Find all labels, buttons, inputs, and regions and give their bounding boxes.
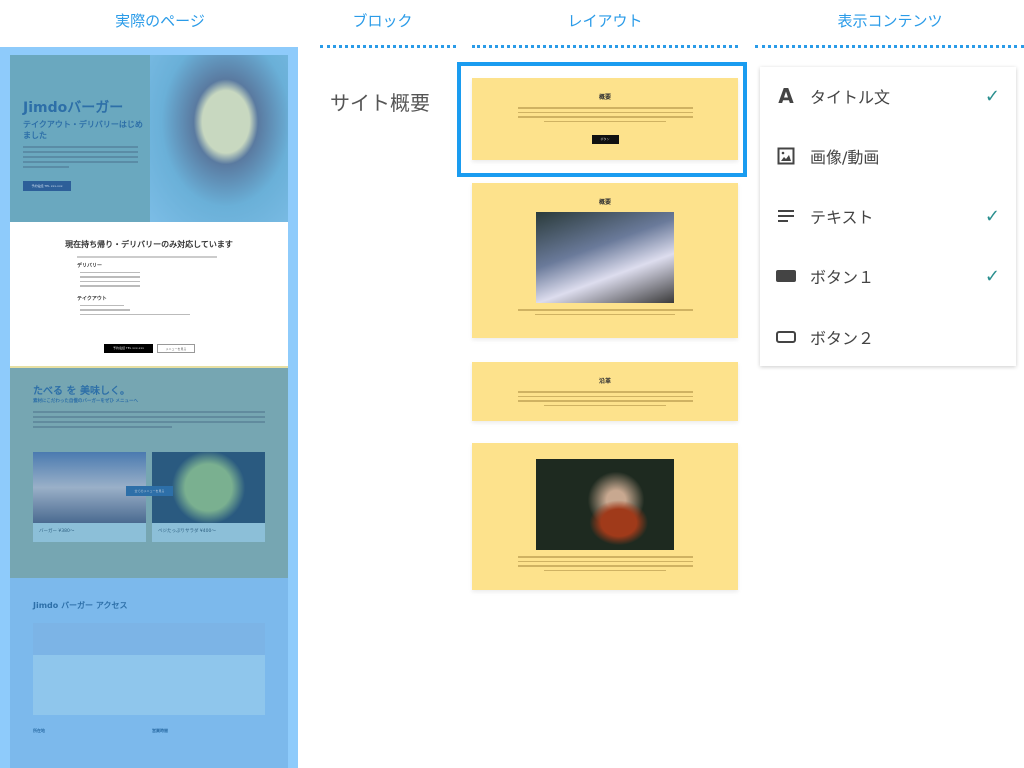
button-filled-icon <box>776 270 796 282</box>
check-icon: ✓ <box>984 205 1000 227</box>
option-label: ボタン２ <box>810 329 875 348</box>
woman-photo <box>536 459 674 550</box>
check-icon: ✓ <box>984 85 1000 107</box>
access-title: Jimdo バーガー アクセス <box>33 601 128 610</box>
address-label: 所在地 <box>33 728 45 733</box>
option-label: ボタン１ <box>810 268 875 287</box>
layout-option-3[interactable]: 沿革 <box>472 362 738 421</box>
menu-card[interactable]: バーガー ¥380〜 <box>33 452 146 542</box>
content-options-panel: A タイトル文 ✓ 画像/動画 テキスト ✓ ボタン１ ✓ ボタン２ <box>760 67 1016 366</box>
layout-button: ボタン <box>591 135 619 144</box>
burger-image <box>150 55 288 222</box>
layout-option-2[interactable]: 概要 <box>472 183 738 338</box>
hero-title: Jimdoバーガー <box>23 100 124 116</box>
layout-title: 概要 <box>598 94 611 101</box>
takeout-heading: テイクアウト <box>77 295 107 302</box>
header-block: ブロック <box>352 12 413 30</box>
layout-option-1[interactable]: 概要 ボタン <box>472 78 738 160</box>
notice-section: 現在持ち帰り・デリバリーのみ対応しています デリバリー テイクアウト 予約電話 … <box>10 222 288 368</box>
hero-subtitle: テイクアウト・デリバリーはじめました <box>23 120 143 140</box>
menu-button[interactable]: メニューを見る <box>157 344 195 353</box>
content-option-image[interactable]: 画像/動画 <box>760 136 1016 176</box>
layout-title: 概要 <box>598 199 611 206</box>
header-content: 表示コンテンツ <box>837 12 943 30</box>
divider <box>755 45 1024 48</box>
hero-section: Jimdoバーガー テイクアウト・デリバリーはじめました 予約電話 TEL xx… <box>10 55 288 222</box>
hero-text <box>23 143 138 171</box>
divider <box>320 45 456 48</box>
image-icon <box>776 147 796 165</box>
content-option-button2[interactable]: ボタン２ <box>760 317 1016 357</box>
actual-page-preview: Jimdoバーガー テイクアウト・デリバリーはじめました 予約電話 TEL xx… <box>0 47 298 768</box>
menu-item-label: ベジたっぷりサラダ ¥400〜 <box>158 529 216 534</box>
menu-item-label: バーガー ¥380〜 <box>39 529 75 534</box>
header-actual-page: 実際のページ <box>115 12 205 30</box>
button-outline-icon <box>776 331 796 343</box>
writing-photo <box>536 212 674 303</box>
content-option-button1[interactable]: ボタン１ ✓ <box>760 256 1016 296</box>
content-option-text[interactable]: テキスト ✓ <box>760 196 1016 236</box>
delivery-heading: デリバリー <box>77 262 103 269</box>
hero-button[interactable]: 予約電話 TEL xxx-xxx <box>23 181 71 191</box>
menu-card[interactable]: ベジたっぷりサラダ ¥400〜 <box>152 452 265 542</box>
title-icon: A <box>778 84 794 108</box>
menu-title: たべる を 美味しく。 <box>33 386 130 397</box>
content-option-title[interactable]: A タイトル文 ✓ <box>760 76 1016 116</box>
hours-label: 営業時間 <box>152 728 168 733</box>
block-name: サイト概要 <box>330 91 430 115</box>
menu-section: たべる を 美味しく。 素材にこだわった自慢のバーガーをぜひ メニューへ バーガ… <box>10 368 288 578</box>
layout-title: 沿革 <box>598 378 611 385</box>
menu-tagline: 素材にこだわった自慢のバーガーをぜひ メニューへ <box>33 399 138 404</box>
option-label: テキスト <box>810 208 874 227</box>
divider <box>472 45 738 48</box>
option-label: タイトル文 <box>810 88 891 107</box>
text-icon <box>776 209 796 223</box>
all-menu-button[interactable]: 全てのメニューを見る <box>126 486 173 496</box>
reserve-button[interactable]: 予約電話 TEL xxx-xxx <box>104 344 153 353</box>
map[interactable] <box>33 623 265 715</box>
layout-option-4[interactable] <box>472 443 738 590</box>
check-icon: ✓ <box>984 265 1000 287</box>
option-label: 画像/動画 <box>810 148 880 167</box>
header-layout: レイアウト <box>567 12 643 30</box>
access-section: Jimdo バーガー アクセス 所在地 営業時間 <box>10 578 288 768</box>
notice-title: 現在持ち帰り・デリバリーのみ対応しています <box>65 240 233 249</box>
